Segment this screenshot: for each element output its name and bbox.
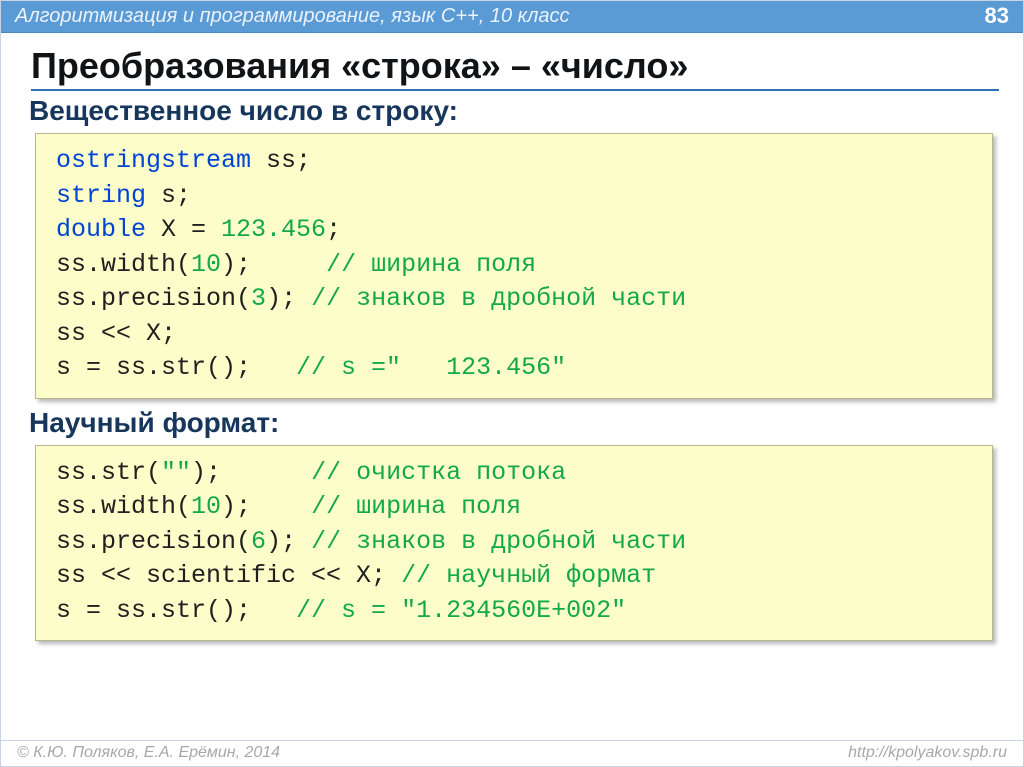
course-title: Алгоритмизация и программирование, язык … (15, 5, 569, 28)
code-text: s = ss.str(); (56, 596, 296, 625)
header-bar: Алгоритмизация и программирование, язык … (1, 1, 1023, 33)
code-text: s = ss.str(); (56, 353, 296, 382)
code-number: 123.456 (221, 215, 326, 244)
code-comment: // s =" 123.456" (296, 353, 566, 382)
code-text: ss.str( (56, 458, 161, 487)
code-number: 6 (251, 527, 266, 556)
code-text: ss; (251, 146, 311, 175)
code-block-2: ss.str(""); // очистка потока ss.width(1… (35, 445, 993, 642)
section2-label: Научный формат: (29, 407, 999, 439)
footer-bar: © К.Ю. Поляков, Е.А. Ерёмин, 2014 http:/… (1, 740, 1023, 766)
code-comment: // ширина поля (311, 492, 521, 521)
code-comment: // знаков в дробной части (311, 527, 686, 556)
code-block-1: ostringstream ss; string s; double X = 1… (35, 133, 993, 399)
footer-url: http://kpolyakov.spb.ru (848, 744, 1007, 762)
code-number: 3 (251, 284, 266, 313)
code-keyword: string (56, 181, 146, 210)
code-text: ); (266, 284, 311, 313)
code-text: ss.width( (56, 250, 191, 279)
code-string: "" (161, 458, 191, 487)
code-comment: // очистка потока (311, 458, 566, 487)
code-text: ss.width( (56, 492, 191, 521)
code-text: ; (326, 215, 341, 244)
code-text: s; (146, 181, 191, 210)
code-text: ); (266, 527, 311, 556)
code-text: ); (221, 250, 326, 279)
code-number: 10 (191, 492, 221, 521)
code-number: 10 (191, 250, 221, 279)
code-text: ss << scientific << X; (56, 561, 401, 590)
code-text: X = (146, 215, 221, 244)
code-text: ss << X; (56, 319, 176, 348)
code-comment: // научный формат (401, 561, 656, 590)
page-number: 83 (985, 3, 1009, 29)
code-comment: // знаков в дробной части (311, 284, 686, 313)
section1-label: Вещественное число в строку: (29, 95, 999, 127)
code-text: ); (191, 458, 311, 487)
code-text: ); (221, 492, 311, 521)
footer-authors: © К.Ю. Поляков, Е.А. Ерёмин, 2014 (17, 744, 280, 762)
code-keyword: double (56, 215, 146, 244)
slide-title: Преобразования «строка» – «число» (31, 45, 999, 91)
slide: Алгоритмизация и программирование, язык … (0, 0, 1024, 767)
code-keyword: ostringstream (56, 146, 251, 175)
content-area: Преобразования «строка» – «число» Вещест… (1, 33, 1023, 740)
code-comment: // s = "1.234560E+002" (296, 596, 626, 625)
code-text: ss.precision( (56, 527, 251, 556)
code-text: ss.precision( (56, 284, 251, 313)
code-comment: // ширина поля (326, 250, 536, 279)
